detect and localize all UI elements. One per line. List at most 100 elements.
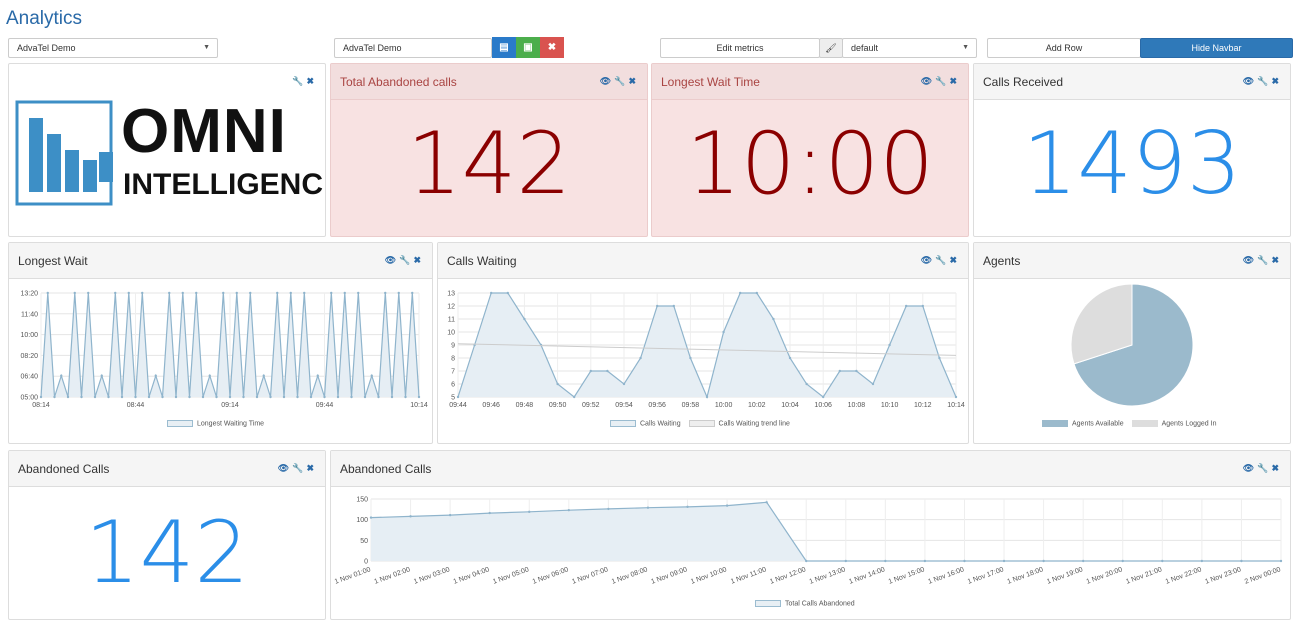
wrench-icon[interactable]: 🔧 <box>1257 463 1271 473</box>
y-tick-label: 8 <box>451 356 455 363</box>
eye-icon[interactable]: 👁 <box>1243 76 1257 86</box>
wrench-icon[interactable]: 🔧 <box>292 76 306 86</box>
x-tick-label: 09:48 <box>516 402 534 409</box>
y-tick-label: 13 <box>447 291 455 298</box>
dashboard-select[interactable]: AdvaTel Demo ▼ <box>8 38 218 58</box>
add-row-button[interactable]: Add Row <box>987 38 1141 58</box>
data-point <box>1161 559 1164 563</box>
wrench-icon[interactable]: 🔧 <box>614 76 628 86</box>
legend-swatch <box>1131 420 1158 427</box>
abandoned-calls-area-chart: 0 50 100 150 1 Nov 01:00 1 Nov 02:00 1 Nov 03:… <box>334 497 1283 586</box>
save-as-icon[interactable]: ▣ <box>516 37 540 58</box>
close-icon[interactable]: ✖ <box>306 76 317 86</box>
panel-tools[interactable]: 👁🔧✖ <box>1243 463 1282 474</box>
y-tick-label: 12 <box>447 304 455 311</box>
logo-word-omni: OMNI <box>121 97 287 166</box>
data-point <box>905 304 908 308</box>
eye-icon[interactable]: 👁 <box>1243 255 1257 265</box>
x-tick-label: 1 Nov 04:00 <box>453 566 491 586</box>
x-tick-label: 2 Nov 00:00 <box>1244 566 1282 586</box>
data-point <box>1200 559 1204 563</box>
data-point <box>884 559 887 563</box>
close-icon[interactable]: ✖ <box>1271 463 1282 473</box>
data-point <box>316 374 319 377</box>
data-point <box>93 395 97 399</box>
data-point <box>1121 559 1124 563</box>
eye-icon[interactable]: 👁 <box>278 463 292 473</box>
x-tick-label: 09:54 <box>615 402 633 409</box>
data-point <box>87 291 90 295</box>
close-icon[interactable]: ✖ <box>949 76 960 86</box>
x-tick-label: 10:00 <box>715 402 733 409</box>
panel-tools[interactable]: 👁🔧✖ <box>278 463 317 474</box>
dashboard-name-field[interactable]: AdvaTel Demo <box>334 38 492 58</box>
panel-header: Total Abandoned calls 👁🔧✖ <box>331 64 647 100</box>
y-tick-label: 06:40 <box>20 374 38 381</box>
close-icon[interactable]: ✖ <box>1271 76 1282 86</box>
wrench-icon[interactable]: 🔧 <box>1257 255 1271 265</box>
close-icon[interactable]: ✖ <box>306 463 317 473</box>
edit-metrics-button[interactable]: Edit metrics <box>660 38 820 58</box>
data-point <box>523 317 526 321</box>
data-point <box>255 395 259 399</box>
eye-icon[interactable]: 👁 <box>921 255 935 265</box>
panel-tools[interactable]: 👁🔧✖ <box>921 76 960 87</box>
dashboard-select-value: AdvaTel Demo <box>17 43 76 53</box>
panel-tools[interactable]: 👁🔧✖ <box>600 76 639 87</box>
x-tick-label: 08:44 <box>127 402 145 409</box>
panel-tools[interactable]: 🔧✖ <box>292 76 317 87</box>
close-icon[interactable]: ✖ <box>1271 255 1282 265</box>
delete-icon[interactable]: ✖ <box>540 37 564 58</box>
eye-icon[interactable]: 👁 <box>600 76 614 86</box>
x-tick-label: 1 Nov 08:00 <box>611 566 649 586</box>
data-point <box>174 395 178 399</box>
brush-icon[interactable]: 🖌 <box>819 38 843 58</box>
y-tick-label: 05:00 <box>20 395 38 402</box>
data-point <box>222 291 225 295</box>
eye-icon[interactable]: 👁 <box>1243 463 1257 473</box>
data-point <box>369 516 373 519</box>
data-point <box>330 291 333 295</box>
big-value: 142 <box>84 503 250 603</box>
data-point <box>114 291 117 295</box>
x-tick-label: 1 Nov 02:00 <box>373 566 411 586</box>
panel-tools[interactable]: 👁🔧✖ <box>1243 255 1282 266</box>
chart-legend: Total Calls Abandoned <box>755 600 855 607</box>
legend-label: Calls Waiting trend line <box>718 420 790 428</box>
logo-word-intelligence: INTELLIGENCE <box>123 168 326 201</box>
x-tick-label: 10:02 <box>748 402 766 409</box>
data-point <box>456 395 460 399</box>
x-tick-label: 1 Nov 05:00 <box>492 566 530 586</box>
panel-title: Agents <box>983 254 1021 268</box>
wrench-icon[interactable]: 🔧 <box>935 255 949 265</box>
page-title: Analytics <box>6 8 83 29</box>
data-point <box>120 395 124 399</box>
data-point <box>448 513 452 517</box>
hide-navbar-button[interactable]: Hide Navbar <box>1140 38 1293 58</box>
panel-header: Agents 👁🔧✖ <box>974 243 1290 279</box>
panel-tools[interactable]: 👁🔧✖ <box>385 255 424 266</box>
close-icon[interactable]: ✖ <box>413 255 424 265</box>
theme-select[interactable]: default ▼ <box>842 38 977 58</box>
wrench-icon[interactable]: 🔧 <box>399 255 413 265</box>
x-tick-label: 1 Nov 18:00 <box>1006 566 1044 586</box>
eye-icon[interactable]: 👁 <box>921 76 935 86</box>
x-tick-label: 09:56 <box>648 402 666 409</box>
panel-title: Abandoned Calls <box>18 462 110 476</box>
data-point <box>755 291 758 295</box>
close-icon[interactable]: ✖ <box>949 255 960 265</box>
wrench-icon[interactable]: 🔧 <box>1257 76 1271 86</box>
panel-tools[interactable]: 👁🔧✖ <box>1243 76 1282 87</box>
data-point <box>181 291 184 295</box>
legend-swatch <box>610 420 636 427</box>
data-point <box>1279 559 1283 563</box>
wrench-icon[interactable]: 🔧 <box>935 76 949 86</box>
data-point <box>100 374 103 377</box>
wrench-icon[interactable]: 🔧 <box>292 463 306 473</box>
close-icon[interactable]: ✖ <box>628 76 639 86</box>
x-tick-label: 1 Nov 20:00 <box>1086 566 1124 586</box>
panel-tools[interactable]: 👁🔧✖ <box>921 255 960 266</box>
save-icon[interactable]: ▤ <box>492 37 516 58</box>
chevron-down-icon: ▼ <box>962 44 969 51</box>
eye-icon[interactable]: 👁 <box>385 255 399 265</box>
